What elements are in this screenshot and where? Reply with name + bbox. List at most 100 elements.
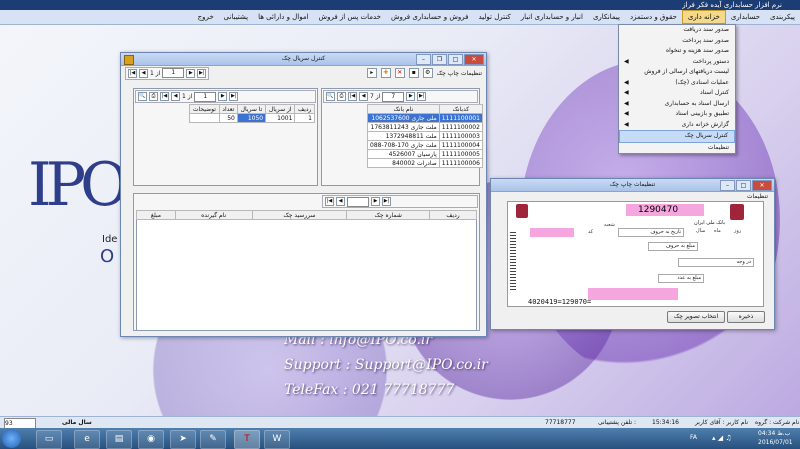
clock-time[interactable]: 04:34 ب.ظ <box>758 430 790 437</box>
search-icon[interactable]: 🔍 <box>326 92 335 101</box>
nav-page-input[interactable]: 1 <box>194 91 217 102</box>
table-cell[interactable]: ملی جاری 1062537600 <box>367 113 440 123</box>
next-record-icon[interactable]: ▶ <box>186 68 196 78</box>
menu-item[interactable]: حقوق و دستمزد <box>625 10 682 24</box>
table-cell[interactable] <box>189 113 220 123</box>
table-cell[interactable]: 50 <box>218 113 238 123</box>
restore-icon[interactable]: ❐ <box>432 54 447 65</box>
column-header[interactable]: توضیحات <box>189 104 220 114</box>
column-header[interactable]: نام گیرنده <box>174 210 253 220</box>
table-cell[interactable]: 1 <box>294 113 315 123</box>
menu-item[interactable]: پشتیبانی <box>219 10 253 24</box>
menu-item[interactable]: خدمات پس از فروش <box>314 10 386 24</box>
explorer-taskbar-icon[interactable]: ▭ <box>36 430 62 449</box>
menu-item[interactable]: حسابداری <box>726 10 765 24</box>
column-header[interactable]: کدبانک <box>438 104 483 114</box>
table-row[interactable]: 1111100001 ملی جاری 1062537600 <box>367 113 483 123</box>
prev-record-icon[interactable]: ◀ <box>336 197 345 206</box>
accounting-app-taskbar-icon[interactable]: T <box>234 430 260 449</box>
clock-date[interactable]: 2016/07/01 <box>758 439 793 446</box>
menu-item[interactable]: کنترل تولید <box>473 10 515 24</box>
amount-digits-field[interactable]: مبلغ به عدد <box>658 274 704 283</box>
table-cell[interactable]: پارسیان 4526007 <box>367 149 440 159</box>
next-record-icon[interactable]: ▶ <box>406 92 416 101</box>
menu-item[interactable]: پیمانکاری <box>588 10 625 24</box>
column-header[interactable]: ردیف <box>294 104 315 114</box>
last-record-icon[interactable]: ▶| <box>197 68 207 78</box>
column-header[interactable]: سررسید چک <box>251 210 348 220</box>
print-settings-label[interactable]: تنظیمات چاپ چک <box>437 70 482 77</box>
maximize-icon[interactable]: □ <box>448 54 463 65</box>
first-record-icon[interactable]: |◀ <box>348 92 357 101</box>
last-record-icon[interactable]: ▶| <box>417 92 427 101</box>
column-header[interactable]: نام بانک <box>367 104 440 114</box>
menu-item[interactable]: فروش و حسابداری فروش <box>386 10 473 24</box>
table-cell[interactable]: 1111100001 <box>438 113 483 123</box>
table-row[interactable]: 1111100006 صادرات 840002 <box>367 158 483 168</box>
window-title-bar[interactable]: تنظیمات چاپ چک – □ ✕ <box>491 179 774 192</box>
dropdown-item[interactable]: عملیات اسنادی (چک) ◀ <box>619 78 735 89</box>
next-record-icon[interactable]: ▶ <box>218 92 228 101</box>
table-cell[interactable]: 1050 <box>236 113 267 123</box>
nav-page-input[interactable]: 1 <box>162 68 185 78</box>
delete-icon[interactable]: ✕ <box>394 68 405 78</box>
print-icon[interactable]: ⎙ <box>337 92 346 101</box>
table-cell[interactable]: 1111100004 <box>438 140 483 150</box>
menu-item[interactable]: خزانه داری <box>681 10 726 24</box>
dropdown-item[interactable]: صدور سند دریافت <box>619 25 735 36</box>
table-row[interactable]: 1111100002 ملت جاری 1763811243 <box>367 122 483 132</box>
column-header[interactable]: تا سریال <box>236 104 267 114</box>
last-record-icon[interactable]: ▶| <box>382 197 391 206</box>
column-header[interactable]: از سریال <box>265 104 296 114</box>
search-icon[interactable]: 🔍 <box>138 92 147 101</box>
last-record-icon[interactable]: ▶| <box>229 92 239 101</box>
dropdown-item[interactable]: لیست دریافتهای ارسالی از فروش <box>619 67 735 78</box>
word-taskbar-icon[interactable]: W <box>264 430 290 449</box>
dropdown-item[interactable]: کنترل اسناد ◀ <box>619 88 735 99</box>
menu-item[interactable]: خروج <box>193 10 219 24</box>
dropdown-item[interactable]: ارسال اسناد به حسابداری ◀ <box>619 99 735 110</box>
window-title-bar[interactable]: کنترل سریال چک – ❐ □ ✕ <box>121 53 486 66</box>
save-icon[interactable]: ▪ <box>408 68 419 78</box>
table-cell[interactable]: 1111100005 <box>438 149 483 159</box>
menu-item[interactable]: پیکربندی <box>765 10 800 24</box>
table-cell[interactable]: 1111100003 <box>438 131 483 141</box>
dropdown-item[interactable]: گزارش خزانه داری ◀ <box>619 120 735 131</box>
nav-page-input[interactable]: 7 <box>382 91 405 102</box>
first-record-icon[interactable]: |◀ <box>325 197 334 206</box>
column-header[interactable]: تعداد <box>218 104 238 114</box>
table-cell[interactable]: 1111100006 <box>438 158 483 168</box>
folder-taskbar-icon[interactable]: ▤ <box>106 430 132 449</box>
telegram-taskbar-icon[interactable]: ➤ <box>170 430 196 449</box>
print-icon[interactable]: ⎙ <box>149 92 158 101</box>
dropdown-item[interactable]: صدور سند هزینه و تنخواه <box>619 46 735 57</box>
prev-record-icon[interactable]: ◀ <box>359 92 368 101</box>
table-row[interactable]: 1111100004 ملت جاری 170-708-088 <box>367 140 483 150</box>
table-cell[interactable]: ملت جاری 1763811243 <box>367 122 440 132</box>
gear-icon[interactable]: ⚙ <box>422 68 433 78</box>
prev-record-icon[interactable]: ◀ <box>171 92 180 101</box>
save-button[interactable]: ذخیره <box>727 311 765 323</box>
navigate-icon[interactable]: ▸ <box>366 68 377 78</box>
table-cell[interactable]: ملت جاری 170-708-088 <box>367 140 440 150</box>
select-cheque-image-button[interactable]: انتخاب تصویر چک <box>667 311 725 323</box>
date-words-field[interactable]: تاریخ به حروف <box>618 228 684 237</box>
dropdown-item[interactable]: کنترل سریال چک <box>619 130 735 143</box>
cheque-image[interactable]: 1290470 بانک ملی ایران روز ماه سال تاریخ… <box>507 201 764 307</box>
close-icon[interactable]: ✕ <box>464 54 484 65</box>
menu-item[interactable]: انبار و حسابداری انبار <box>516 10 588 24</box>
tool-taskbar-icon[interactable]: ✎ <box>200 430 226 449</box>
prev-record-icon[interactable]: ◀ <box>139 68 148 78</box>
nav-page-input[interactable] <box>347 196 369 207</box>
dropdown-item[interactable]: تنظیمات <box>619 143 735 154</box>
minimize-icon[interactable]: – <box>416 54 431 65</box>
amount-words-field[interactable]: مبلغ به حروف <box>648 242 698 251</box>
next-record-icon[interactable]: ▶ <box>371 197 380 206</box>
column-header[interactable]: ردیف <box>428 210 478 220</box>
add-icon[interactable]: ✚ <box>380 68 391 78</box>
first-record-icon[interactable]: |◀ <box>128 68 137 78</box>
column-header[interactable]: مبلغ <box>136 210 176 220</box>
pay-to-field[interactable]: در وجه <box>678 258 754 267</box>
table-row[interactable]: 1 1001 1050 50 <box>189 113 315 123</box>
dropdown-item[interactable]: تطبیق و بازبینی اسناد ◀ <box>619 109 735 120</box>
